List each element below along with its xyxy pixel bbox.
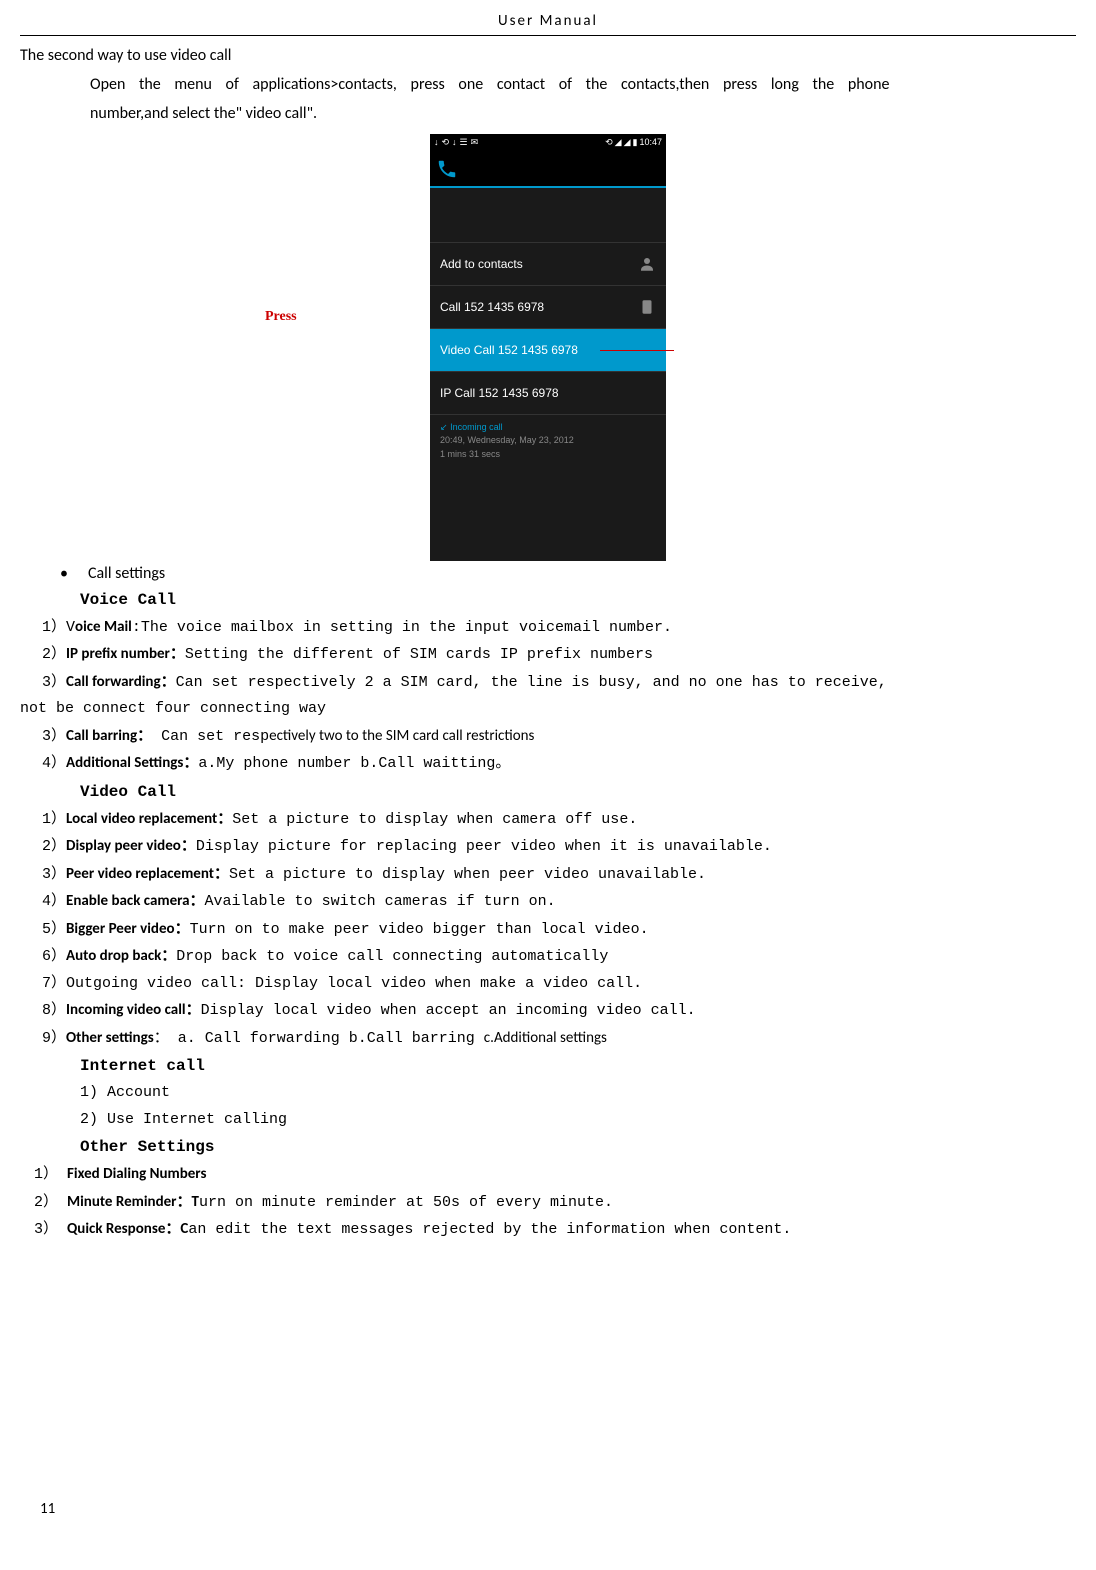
video-item-5: 5）Bigger Peer video：Turn on to make peer… <box>20 918 1076 942</box>
bullet-icon: • <box>60 562 68 586</box>
body-paragraph-1: Open the menu of applications>contacts, … <box>20 73 1076 97</box>
status-time: 10:47 <box>639 136 662 150</box>
heading-other-settings: Other Settings <box>20 1135 1076 1159</box>
battery-icon: ▮ <box>633 136 638 150</box>
menu-ip-call[interactable]: IP Call 152 1435 6978 <box>430 371 666 414</box>
status-bar: ↓ ⟲ ↓ ☰ ✉ ⟲ ◢ ◢ ▮ 10:47 <box>430 134 666 152</box>
status-icon: ⟲ <box>442 136 450 150</box>
internet-item-1: 1) Account <box>20 1082 1076 1105</box>
incoming-label: Incoming call <box>450 422 503 432</box>
heading-voice-call: Voice Call <box>20 588 1076 612</box>
voice-item-3: 3）Call forwarding：Can set respectively 2… <box>20 671 1076 695</box>
video-item-1: 1）Local video replacement：Set a picture … <box>20 808 1076 832</box>
phone-toolbar <box>430 152 666 188</box>
add-contact-icon <box>638 255 656 273</box>
video-item-3: 3）Peer video replacement：Set a picture t… <box>20 863 1076 887</box>
voice-item-4: 3）Call barring： Can set respectively two… <box>20 725 1076 749</box>
call-log-entry: ↙ Incoming call 20:49, Wednesday, May 23… <box>430 414 666 492</box>
signal-icon: ◢ <box>615 136 622 150</box>
voice-item-5: 4）Additional Settings：a.My phone number … <box>20 752 1076 776</box>
status-icon: ↓ <box>452 136 457 150</box>
other-item-1: 1） Fixed Dialing Numbers <box>20 1163 1076 1187</box>
internet-item-2: 2) Use Internet calling <box>20 1109 1076 1132</box>
menu-call[interactable]: Call 152 1435 6978 <box>430 285 666 328</box>
signal-icon: ◢ <box>624 136 631 150</box>
video-item-2: 2）Display peer video：Display picture for… <box>20 835 1076 859</box>
menu-add-contacts[interactable]: Add to contacts <box>430 242 666 285</box>
bullet-call-settings: • Call settings <box>60 562 1076 586</box>
heading-video-call: Video Call <box>20 780 1076 804</box>
video-item-9: 9）Other settings： a. Call forwarding b.C… <box>20 1027 1076 1051</box>
annotation-line <box>600 350 674 351</box>
section-title: The second way to use video call <box>20 44 1076 68</box>
menu-label: Call 152 1435 6978 <box>440 298 544 316</box>
other-item-3: 3） Quick Response：Can edit the text mess… <box>20 1218 1076 1242</box>
call-timestamp: 20:49, Wednesday, May 23, 2012 <box>440 434 656 448</box>
menu-video-call[interactable]: Video Call 152 1435 6978 <box>430 328 666 371</box>
status-icon: ☰ <box>460 136 468 150</box>
check-icon: ↙ <box>440 422 448 432</box>
status-icon: ↓ <box>434 136 439 150</box>
video-item-6: 6）Auto drop back：Drop back to voice call… <box>20 945 1076 969</box>
video-item-4: 4）Enable back camera：Available to switch… <box>20 890 1076 914</box>
phone-icon <box>436 158 458 180</box>
bullet-label: Call settings <box>88 562 165 586</box>
page-header: User Manual <box>20 10 1076 36</box>
video-item-7: 7）Outgoing video call: Display local vid… <box>20 973 1076 996</box>
voice-item-3-wrap: not be connect four connecting way <box>20 698 1076 721</box>
menu-label: IP Call 152 1435 6978 <box>440 384 559 402</box>
video-item-8: 8）Incoming video call：Display local vide… <box>20 999 1076 1023</box>
status-icon: ✉ <box>471 136 479 150</box>
sync-icon: ⟲ <box>605 136 613 150</box>
voice-item-2: 2）IP prefix number：Setting the different… <box>20 643 1076 667</box>
press-annotation: Press <box>265 306 297 327</box>
voice-item-1: 1）Voice Mail:The voice mailbox in settin… <box>20 616 1076 640</box>
menu-label: Add to contacts <box>440 255 523 273</box>
body-paragraph-2: number,and select the" video call". <box>20 102 1076 126</box>
sim-icon <box>638 298 656 316</box>
phone-screenshot: ↓ ⟲ ↓ ☰ ✉ ⟲ ◢ ◢ ▮ 10:47 Add to contacts <box>20 134 1076 522</box>
other-item-2: 2） Minute Reminder：Turn on minute remind… <box>20 1191 1076 1215</box>
page-number: 11 <box>40 1498 55 1521</box>
menu-label: Video Call 152 1435 6978 <box>440 341 578 359</box>
heading-internet-call: Internet call <box>20 1054 1076 1078</box>
call-duration: 1 mins 31 secs <box>440 448 656 462</box>
